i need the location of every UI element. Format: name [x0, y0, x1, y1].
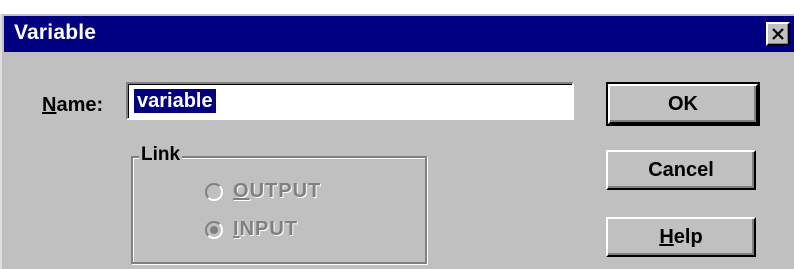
- link-group-title: Link: [139, 144, 183, 166]
- help-button[interactable]: Help: [606, 217, 756, 257]
- radio-output-text: UTPUT: [249, 180, 322, 202]
- cancel-button[interactable]: Cancel: [606, 150, 756, 190]
- name-input-value: variable: [134, 89, 216, 113]
- close-button[interactable]: [766, 22, 790, 46]
- close-icon: [772, 28, 784, 40]
- radio-input-text: NPUT: [239, 218, 299, 240]
- name-label-text: ame:: [56, 94, 104, 116]
- radio-output-circle[interactable]: [205, 182, 223, 201]
- radio-input-label: INPUT: [233, 218, 298, 241]
- help-button-mnemonic: H: [659, 225, 674, 248]
- name-label: Name:: [42, 94, 103, 117]
- radio-output-mnemonic: O: [233, 180, 250, 202]
- link-groupbox: Link OUTPUT INPUT: [131, 144, 427, 264]
- variable-dialog: Variable Name: variable Link OUTPUT INPU…: [0, 14, 794, 269]
- title-bar[interactable]: Variable: [4, 16, 794, 52]
- radio-input[interactable]: INPUT: [205, 218, 298, 241]
- name-input[interactable]: variable: [126, 82, 574, 120]
- ok-button[interactable]: OK: [606, 82, 760, 126]
- radio-output-label: OUTPUT: [233, 180, 321, 203]
- window-title: Variable: [14, 21, 97, 44]
- help-button-text: elp: [673, 225, 703, 248]
- name-label-mnemonic: N: [42, 94, 57, 116]
- radio-input-circle[interactable]: [205, 220, 223, 239]
- radio-output[interactable]: OUTPUT: [205, 180, 321, 203]
